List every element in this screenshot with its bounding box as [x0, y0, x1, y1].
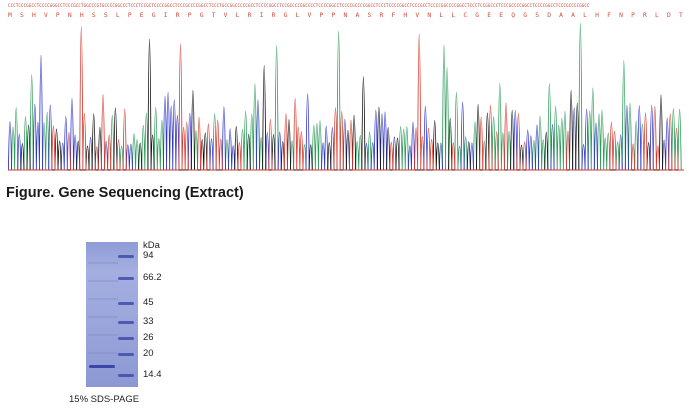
gel-image — [86, 242, 138, 387]
marker-label: 14.4 — [143, 369, 162, 380]
gel-caption: 15% SDS-PAGE — [69, 394, 140, 405]
marker-band — [118, 353, 134, 357]
marker-label: 20 — [143, 348, 154, 360]
gel-smear — [88, 280, 118, 282]
marker-band — [118, 277, 134, 281]
gel-smear — [88, 316, 118, 318]
marker-band — [118, 321, 134, 325]
marker-band — [118, 255, 134, 258]
nucleotide-sequence: CCCTCCCGGCCTCCCCGGGCCTCCCGCCTGGCCCGTGCCC… — [8, 3, 590, 8]
marker-band — [118, 374, 134, 377]
sequencing-panel: CCCTCCCGGCCTCCCCGGGCCTCCCGCCTGGCCCGTGCCC… — [0, 0, 689, 178]
marker-label: 45 — [143, 296, 154, 308]
gel-panel: kDa 94 66.2 45 33 26 20 14.4 15% SDS-PAGE — [0, 230, 689, 409]
gel-smear — [88, 352, 118, 354]
marker-band — [118, 301, 134, 305]
trace-c — [8, 54, 684, 171]
marker-label: 94 — [143, 250, 154, 261]
chromatogram-trace — [8, 22, 684, 171]
gel-smear — [88, 298, 118, 300]
marker-label: 33 — [143, 316, 154, 328]
sample-band — [89, 365, 115, 369]
gel-smear — [88, 334, 118, 336]
sequencing-caption: Figure. Gene Sequencing (Extract) — [6, 185, 244, 201]
marker-band — [118, 336, 134, 340]
marker-label: 26 — [143, 331, 154, 343]
gel-smear — [88, 262, 118, 264]
marker-label: 66.2 — [143, 272, 162, 284]
